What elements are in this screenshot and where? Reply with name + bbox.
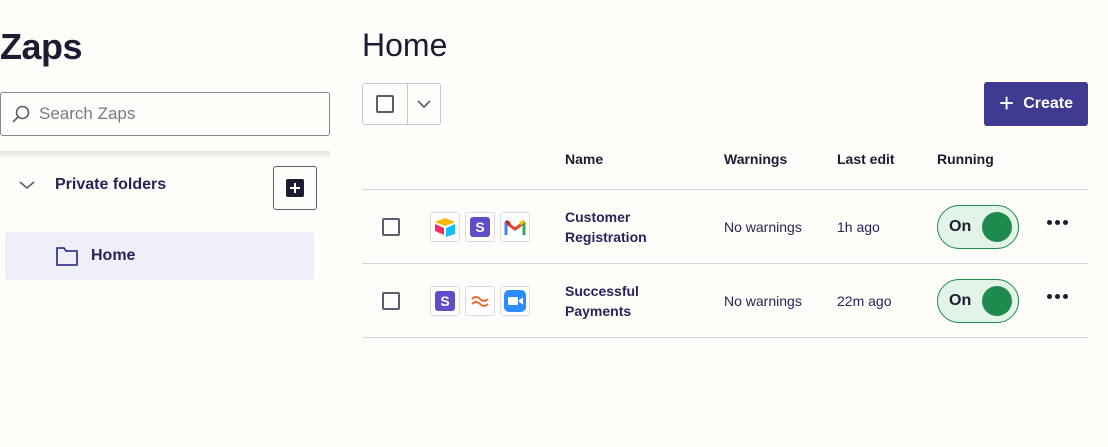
column-header-running[interactable]: Running [937, 151, 994, 167]
zap-warnings: No warnings [724, 293, 802, 309]
stripe-icon: S [430, 286, 460, 316]
search-icon [12, 105, 30, 123]
zap-name[interactable]: Customer Registration [565, 207, 685, 247]
zaps-page: Zaps Private folders Home Home [0, 0, 1108, 447]
stripe-icon: S [465, 212, 495, 242]
column-header-name[interactable]: Name [565, 151, 603, 167]
more-options-button[interactable] [1045, 288, 1070, 305]
plus-icon [286, 179, 304, 197]
dot-icon [1063, 220, 1068, 225]
zap-last-edit: 22m ago [837, 293, 892, 309]
toggle-label: On [949, 292, 972, 309]
checkbox-icon [376, 95, 394, 113]
zap-last-edit: 1h ago [837, 219, 880, 235]
dot-icon [1055, 220, 1060, 225]
dot-icon [1047, 294, 1052, 299]
select-options-dropdown[interactable] [408, 84, 440, 124]
running-toggle[interactable]: On [937, 205, 1019, 249]
sidebar-item-label: Home [91, 247, 136, 264]
app-icons: S [430, 286, 530, 316]
zap-warnings: No warnings [724, 219, 802, 235]
create-button[interactable]: + Create [984, 82, 1088, 126]
svg-text:S: S [475, 219, 484, 235]
chevron-down-icon [19, 181, 35, 190]
table-row[interactable]: S Customer Registration No warnings 1h a… [362, 190, 1088, 264]
dot-icon [1047, 220, 1052, 225]
add-folder-button[interactable] [273, 166, 317, 210]
divider [362, 337, 1088, 338]
row-checkbox[interactable] [382, 292, 400, 310]
column-header-warnings[interactable]: Warnings [724, 151, 787, 167]
toggle-knob [982, 212, 1012, 242]
gmail-icon [500, 212, 530, 242]
app-icons: S [430, 212, 530, 242]
zoom-icon [500, 286, 530, 316]
plus-icon: + [999, 87, 1015, 118]
svg-text:S: S [440, 293, 449, 309]
sidebar-divider [0, 151, 330, 159]
bulk-select-control [362, 83, 441, 125]
create-button-label: Create [1023, 95, 1073, 112]
private-folders-label: Private folders [55, 176, 167, 193]
toggle-knob [982, 286, 1012, 316]
toggle-label: On [949, 218, 972, 235]
airtable-icon [430, 212, 460, 242]
search-box[interactable] [0, 92, 330, 136]
select-all-checkbox[interactable] [363, 84, 408, 124]
sidebar-item-home[interactable]: Home [5, 232, 314, 280]
column-header-last-edit[interactable]: Last edit [837, 151, 895, 167]
more-options-button[interactable] [1045, 214, 1070, 231]
row-checkbox[interactable] [382, 218, 400, 236]
wave-icon [465, 286, 495, 316]
zap-name[interactable]: Successful Payments [565, 281, 685, 321]
private-folders-toggle[interactable]: Private folders [18, 176, 166, 194]
page-title: Home [362, 27, 448, 63]
dot-icon [1055, 294, 1060, 299]
folder-icon [56, 247, 78, 266]
search-input[interactable] [39, 104, 309, 124]
dot-icon [1063, 294, 1068, 299]
running-toggle[interactable]: On [937, 279, 1019, 323]
chevron-down-icon [417, 100, 431, 109]
sidebar-title: Zaps [0, 26, 83, 67]
table-row[interactable]: S Successful Payments No warnings 22m ag… [362, 264, 1088, 338]
